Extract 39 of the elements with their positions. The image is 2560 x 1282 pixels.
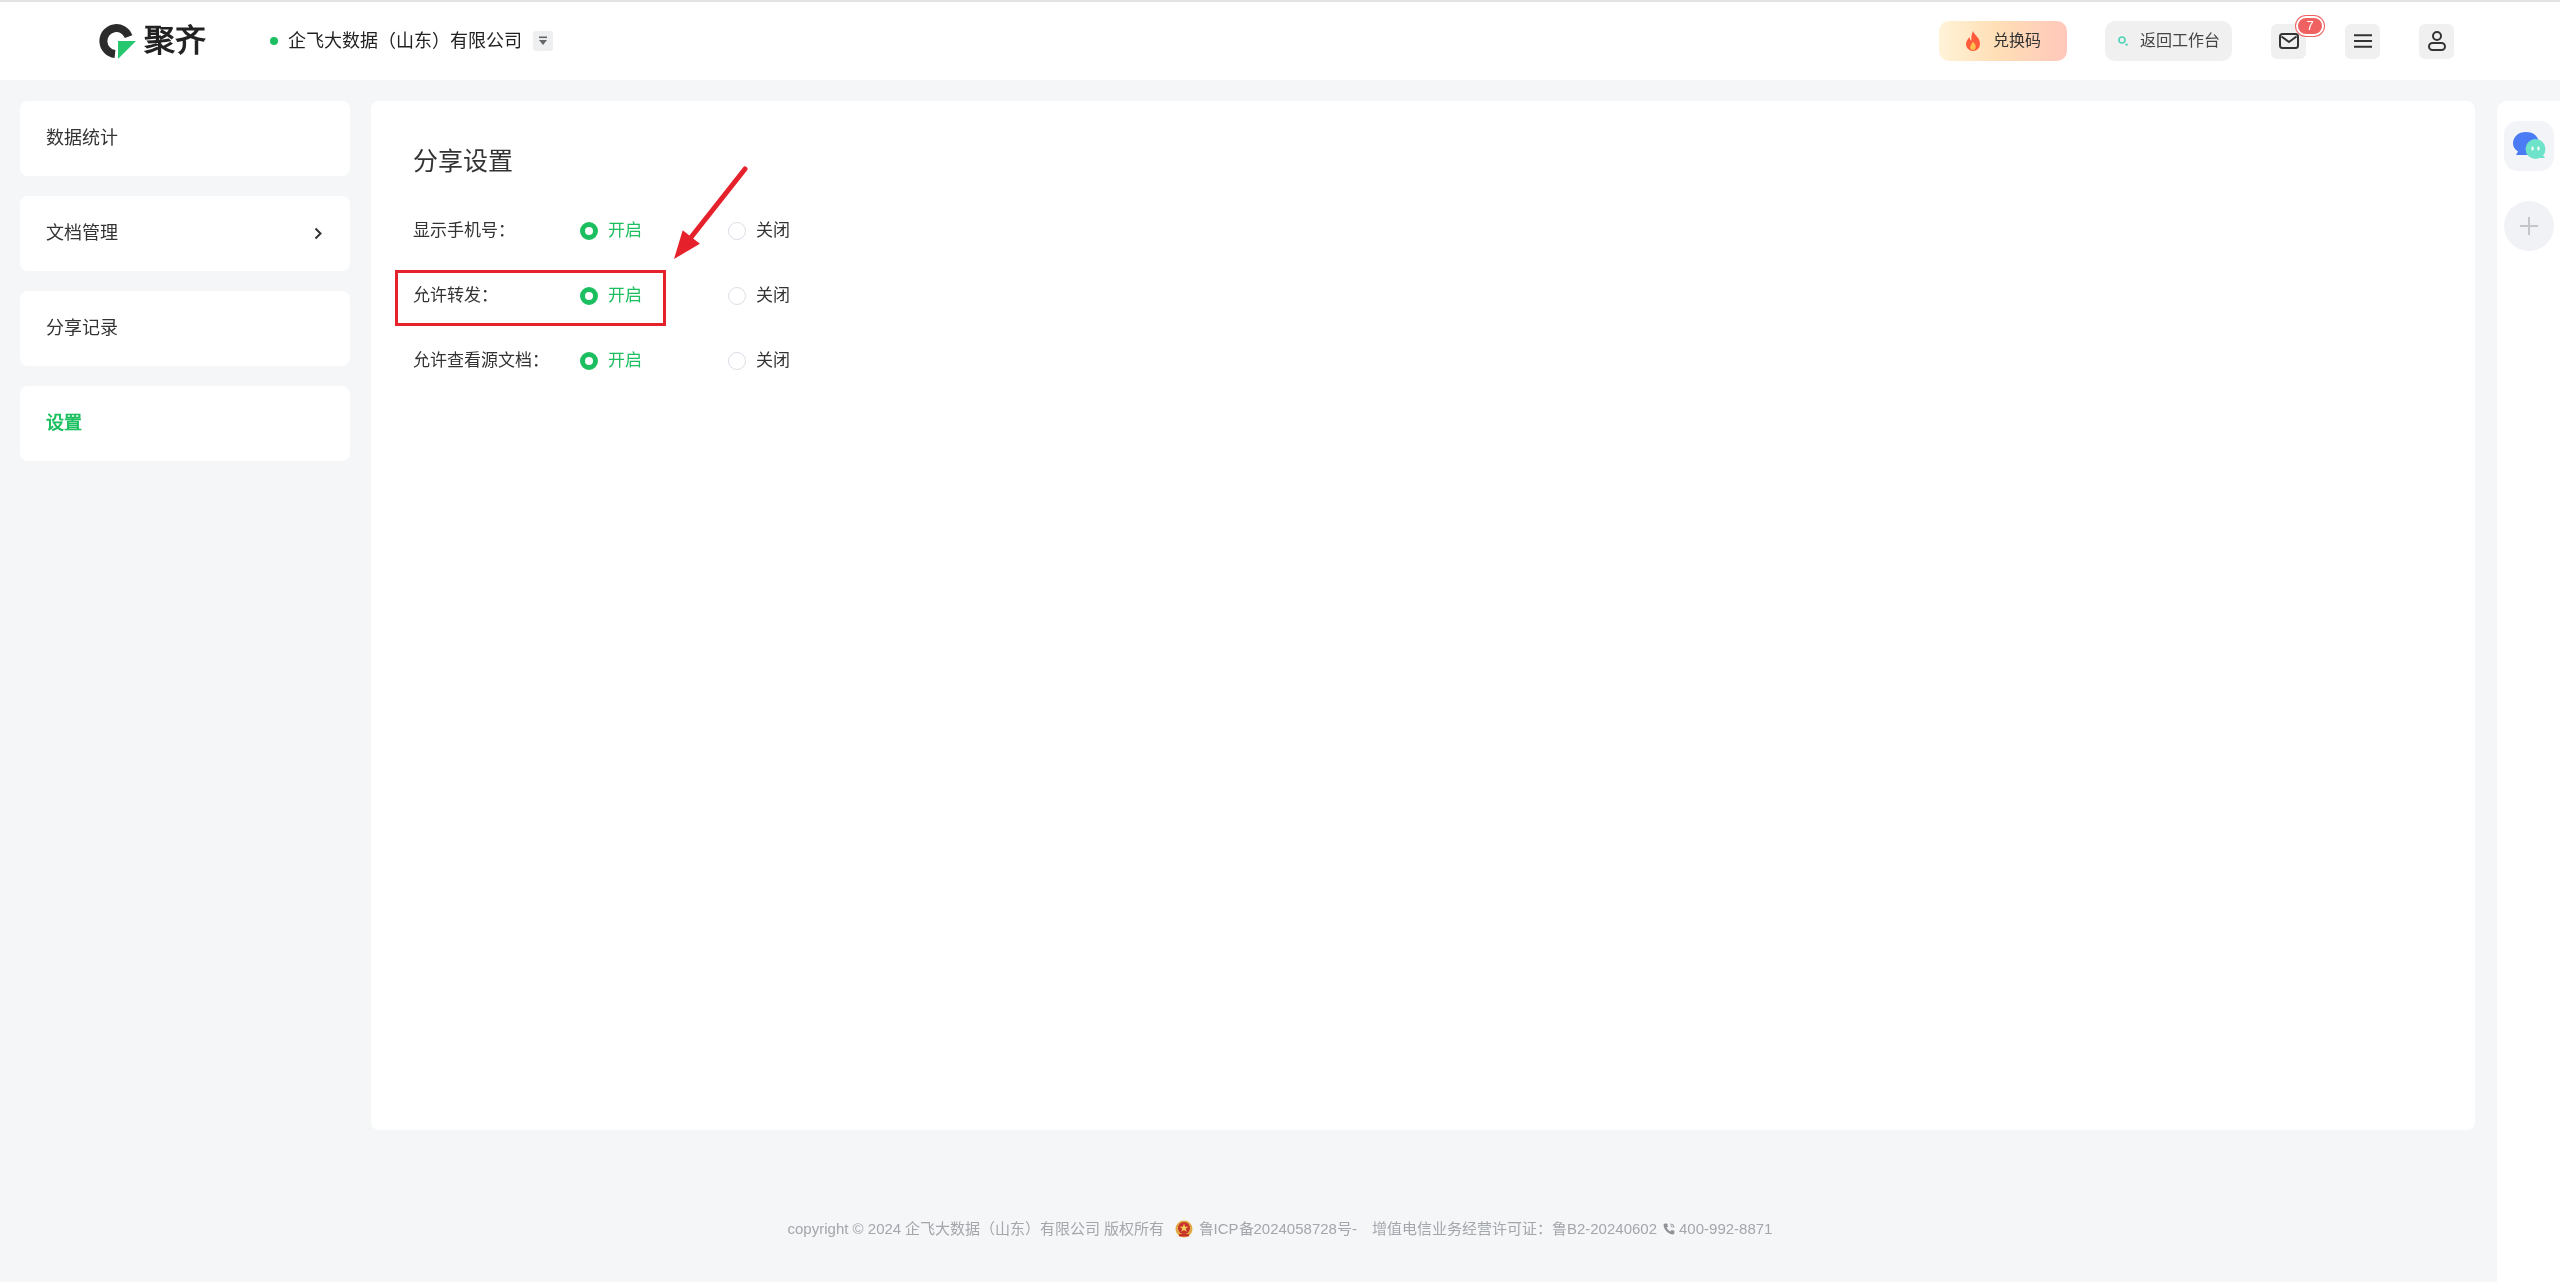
plus-icon [2519, 217, 2538, 235]
add-button[interactable] [2503, 201, 2554, 251]
radio-option[interactable]: 关闭 [728, 347, 876, 374]
sidebar-item[interactable]: 文档管理 [20, 196, 350, 271]
setting-label: 显示手机号： [413, 219, 516, 242]
copyright-text: copyright © 2024 企飞大数据（山东）有限公司 版权所有 [787, 1219, 1165, 1239]
setting-label: 允许转发： [413, 284, 499, 307]
company-name: 企飞大数据（山东）有限公司 [288, 29, 522, 53]
radio-button[interactable] [580, 221, 598, 240]
flame-icon [1965, 31, 1981, 51]
radio-button[interactable] [580, 286, 598, 305]
sidebar-item[interactable]: 数据统计 [20, 101, 350, 176]
menu-icon [2353, 34, 2372, 48]
mail-button[interactable] [2271, 23, 2306, 59]
ring-icon [2117, 36, 2128, 46]
menu-button[interactable] [2345, 23, 2380, 59]
chat-button[interactable] [2503, 121, 2554, 171]
radio-option[interactable]: 关闭 [728, 282, 876, 309]
workbench-button[interactable]: 返回工作台 [2105, 21, 2232, 61]
license-text: 增值电信业务经营许可证：鲁B2-20240602 [1371, 1219, 1658, 1239]
panel-title: 分享设置 [413, 146, 513, 177]
radio-button[interactable] [580, 351, 598, 370]
radio-option[interactable]: 关闭 [728, 217, 876, 244]
redeem-button[interactable]: 兑换码 [1939, 21, 2067, 61]
chat-bubbles-icon [2511, 131, 2546, 161]
caret-down-icon [538, 36, 548, 46]
logo-icon [99, 23, 136, 59]
mail-icon [2278, 33, 2299, 49]
account-button[interactable] [2419, 23, 2454, 59]
status-dot-icon [270, 37, 278, 45]
notification-count: 7 [2296, 15, 2324, 36]
sidebar-item[interactable]: 分享记录 [20, 291, 350, 366]
user-icon [2427, 31, 2446, 51]
phone-icon [1663, 1223, 1676, 1235]
company-switch-button[interactable] [533, 31, 553, 51]
logo-text: 聚齐 [144, 23, 206, 59]
setting-label: 允许查看源文档： [413, 349, 550, 372]
emblem-icon [1174, 1220, 1193, 1238]
phone-number: 400-992-8871 [1679, 1219, 1773, 1239]
